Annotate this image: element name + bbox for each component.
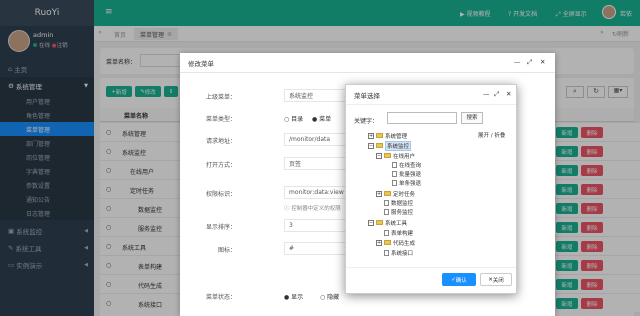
tree-node[interactable]: 服务监控	[384, 207, 413, 216]
document-icon	[384, 208, 389, 215]
icon-input[interactable]: #	[284, 242, 354, 255]
close-icon[interactable]: ✕	[540, 58, 545, 66]
url-label: 请求地址：	[205, 138, 236, 145]
document-icon	[392, 179, 397, 186]
tree-node[interactable]: 数据监控	[384, 198, 413, 207]
tree-node-label: 系统监控	[385, 140, 412, 151]
tree-node[interactable]: 单条强退	[392, 178, 421, 187]
folder-icon	[384, 240, 391, 245]
collapse-icon[interactable]: −	[368, 219, 374, 226]
status-radio-hide[interactable]: ○ 隐藏	[320, 292, 339, 301]
minimize-icon[interactable]: —	[514, 58, 521, 66]
close-icon[interactable]: ✕	[506, 90, 511, 98]
parent-menu-label: 上级菜单：	[205, 94, 236, 101]
document-icon	[384, 229, 389, 236]
menu-type-radio-menu[interactable]: ● 菜单	[312, 114, 331, 123]
collapse-icon[interactable]: −	[376, 152, 382, 159]
folder-icon	[376, 133, 383, 138]
tree-node-label: 在线查询	[399, 162, 422, 169]
radio-label: 显示	[291, 294, 304, 301]
tree-node-label: 表单构建	[391, 230, 414, 237]
permission-help: ⓘ 控制器中定义的权限	[284, 204, 341, 212]
folder-open-icon	[376, 143, 383, 148]
tree-node-label: 在线用户	[393, 153, 416, 160]
tree-node-label: 服务监控	[391, 209, 414, 216]
collapse-icon[interactable]: −	[368, 142, 374, 149]
expand-icon[interactable]: +	[376, 190, 382, 197]
document-icon	[392, 170, 397, 177]
dialog-header: 菜单选择 — ⤢ ✕	[346, 85, 516, 105]
keyword-label: 关键字：	[354, 118, 379, 125]
maximize-icon[interactable]: ⤢	[494, 90, 499, 99]
search-button[interactable]: 搜索	[461, 112, 483, 124]
expand-icon[interactable]: +	[376, 239, 382, 246]
folder-open-icon	[376, 220, 383, 225]
tree-node-label: 代码生成	[393, 240, 416, 247]
maximize-icon[interactable]: ⤢	[527, 58, 532, 67]
tree-node[interactable]: + 系统管理	[368, 131, 407, 140]
tree-node[interactable]: − 系统监控	[368, 140, 412, 151]
menu-type-label: 菜单类型：	[205, 116, 236, 123]
minimize-icon[interactable]: —	[483, 90, 490, 98]
radio-label: 隐藏	[327, 294, 340, 301]
folder-open-icon	[384, 153, 391, 158]
document-icon	[384, 199, 389, 206]
folder-icon	[384, 191, 391, 196]
close-button[interactable]: ✕ 关闭	[480, 273, 512, 286]
radio-label: 目录	[291, 116, 304, 123]
icon-label: 图标：	[217, 247, 236, 254]
close-label: 关闭	[492, 277, 504, 284]
tree-node-label: 系统工具	[385, 220, 408, 227]
tree-node-label: 系统接口	[391, 250, 414, 257]
dialog-title: 修改菜单	[188, 59, 214, 68]
tree-node[interactable]: − 系统工具	[368, 218, 407, 227]
tree-node-label: 单条强退	[399, 180, 422, 187]
tree-node[interactable]: 系统接口	[384, 248, 413, 257]
menu-type-radio-dir[interactable]: ○ 目录	[284, 114, 303, 123]
expand-icon[interactable]: +	[368, 132, 374, 139]
help-text: 控制器中定义的权限	[291, 206, 341, 212]
tree-node-label: 数据监控	[391, 200, 414, 207]
menu-tree: + 系统管理 − 系统监控 − 在线用户 在线查询 批量强退 单条强退 + 定时任务 数…	[354, 127, 510, 263]
document-icon	[392, 161, 397, 168]
tree-node-label: 系统管理	[385, 133, 408, 140]
permission-label: 权限标识：	[205, 191, 236, 198]
status-radio-show[interactable]: ● 显示	[284, 292, 303, 301]
confirm-label: 确认	[455, 277, 467, 284]
open-mode-select[interactable]: 页签	[284, 157, 354, 170]
dialog-title: 菜单选择	[354, 91, 380, 100]
order-label: 显示排序：	[205, 224, 236, 231]
tree-node[interactable]: − 在线用户	[376, 151, 415, 160]
tree-node[interactable]: 批量强退	[392, 169, 421, 178]
status-label: 菜单状态：	[205, 294, 236, 301]
confirm-button[interactable]: ✓ 确认	[442, 273, 476, 286]
menu-select-dialog: 菜单选择 — ⤢ ✕ 关键字： 搜索 展开 / 折叠 + 系统管理 − 系统监控 −…	[345, 84, 517, 294]
document-icon	[384, 249, 389, 256]
order-input[interactable]: 3	[284, 219, 354, 232]
parent-menu-input[interactable]: 系统监控	[284, 89, 354, 102]
open-mode-label: 打开方式：	[205, 162, 236, 169]
permission-input[interactable]: monitor:data:view	[284, 186, 354, 199]
tree-node[interactable]: 在线查询	[392, 160, 421, 169]
tree-node[interactable]: 表单构建	[384, 228, 413, 237]
tree-node[interactable]: + 定时任务	[376, 189, 415, 198]
tree-node-label: 批量强退	[399, 171, 422, 178]
keyword-input[interactable]	[387, 112, 457, 124]
dialog-header: 修改菜单 — ⤢ ✕	[180, 53, 555, 73]
radio-label: 菜单	[319, 116, 332, 123]
url-input[interactable]: /monitor/data	[284, 133, 354, 146]
tree-node-label: 定时任务	[393, 191, 416, 198]
footer-divider	[346, 267, 516, 268]
tree-node[interactable]: + 代码生成	[376, 238, 415, 247]
